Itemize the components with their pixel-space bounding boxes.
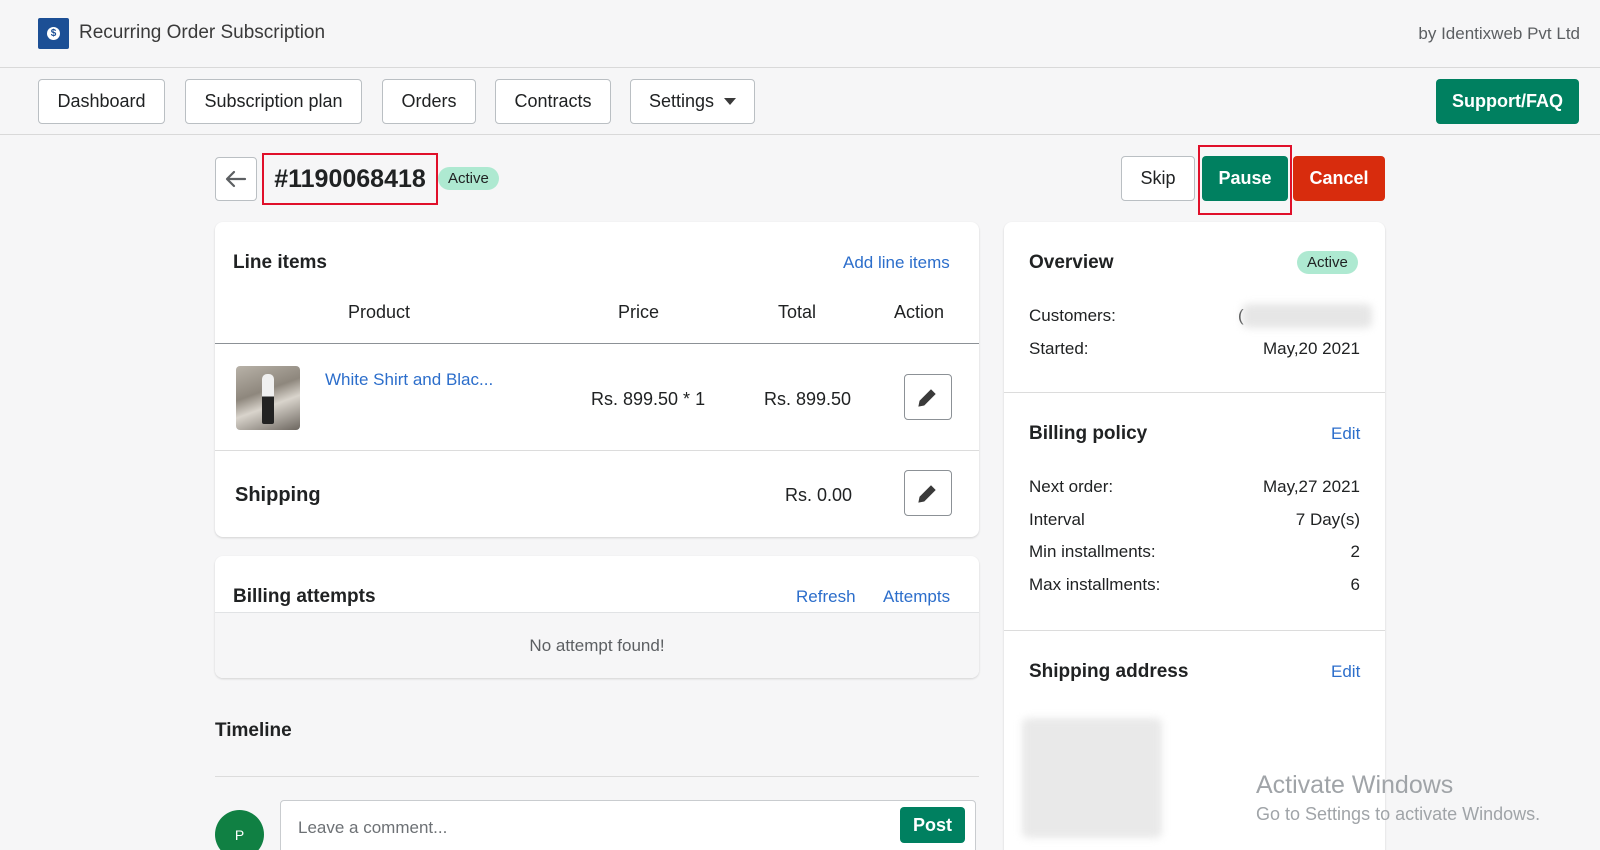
column-header-total: Total [778,302,817,322]
refresh-link[interactable]: Refresh [796,587,856,607]
interval-label: Interval [1029,510,1085,529]
timeline-title: Timeline [215,720,292,741]
customers-label: Customers: [1029,306,1116,325]
shipping-address-title: Shipping address [1029,661,1189,682]
cancel-button[interactable]: Cancel [1293,156,1385,201]
dollar-icon: $ [47,27,60,40]
max-installments-label: Max installments: [1029,575,1161,594]
min-installments-label: Min installments: [1029,542,1156,561]
activate-windows-title: Activate Windows [1256,771,1454,799]
shipping-label: Shipping [235,484,321,506]
timeline-divider [215,776,979,777]
overview-divider [1004,392,1385,393]
billing-policy-divider [1004,630,1385,631]
next-order-label: Next order: [1029,477,1114,496]
max-installments-value: 6 [1350,575,1360,594]
back-button[interactable] [215,157,257,201]
min-installments-value: 2 [1350,542,1360,561]
column-header-action: Action [894,302,945,322]
top-bar: $ Recurring Order Subscription by Identi… [0,0,1600,68]
nav-bar: Dashboard Subscription plan Orders Contr… [0,68,1600,135]
nav-contracts-button[interactable]: Contracts [495,79,611,124]
no-attempt-message: No attempt found! [529,636,665,655]
customer-name-redacted [1242,304,1372,328]
nav-settings-label: Settings [648,91,715,111]
billing-policy-edit-link[interactable]: Edit [1331,424,1360,444]
edit-shipping-button[interactable] [904,470,952,516]
status-badge: Active [438,167,499,190]
skip-button[interactable]: Skip [1121,156,1195,201]
arrow-left-icon [225,170,247,188]
started-value: May,20 2021 [1262,339,1360,358]
nav-dashboard-button[interactable]: Dashboard [38,79,165,124]
pencil-icon [918,485,936,503]
caret-down-icon [724,98,737,105]
table-header-divider [215,343,979,344]
shipping-address-edit-link[interactable]: Edit [1331,662,1360,682]
row-divider [215,450,979,451]
billing-attempts-title: Billing attempts [233,586,376,607]
app-logo: $ [38,18,69,49]
column-header-price: Price [618,302,660,322]
item-price: Rs. 899.50 * 1 [591,389,706,409]
nav-subscription-plan-button[interactable]: Subscription plan [185,79,362,124]
interval-value: 7 Day(s) [1295,510,1360,529]
column-header-product: Product [348,302,411,322]
line-items-title: Line items [233,252,327,273]
shipping-total: Rs. 0.00 [785,485,853,505]
nav-settings-button[interactable]: Settings [630,79,755,124]
add-line-items-link[interactable]: Add line items [843,253,950,273]
app-title: Recurring Order Subscription [79,22,326,43]
order-number: #1190068418 [262,153,438,205]
post-button[interactable]: Post [900,807,965,843]
comment-placeholder: Leave a comment... [298,818,448,837]
avatar: P [215,810,264,850]
billing-policy-title: Billing policy [1029,423,1148,444]
overview-title: Overview [1029,252,1114,273]
started-label: Started: [1029,339,1089,358]
item-total: Rs. 899.50 [764,389,852,409]
support-faq-button[interactable]: Support/FAQ [1436,79,1579,124]
pause-button[interactable]: Pause [1202,156,1288,201]
activate-windows-subtitle: Go to Settings to activate Windows. [1256,804,1541,824]
pencil-icon [918,389,936,407]
shipping-address-redacted [1022,718,1162,838]
next-order-value: May,27 2021 [1262,477,1360,496]
comment-input[interactable]: Leave a comment... [280,800,976,850]
edit-line-item-button[interactable] [904,374,952,420]
vendor-label: by Identixweb Pvt Ltd [1418,24,1580,43]
nav-orders-button[interactable]: Orders [382,79,476,124]
product-thumbnail [236,366,300,430]
attempts-link[interactable]: Attempts [883,587,950,607]
overview-status-badge: Active [1297,251,1358,274]
product-link[interactable]: White Shirt and Blac... [325,370,493,390]
